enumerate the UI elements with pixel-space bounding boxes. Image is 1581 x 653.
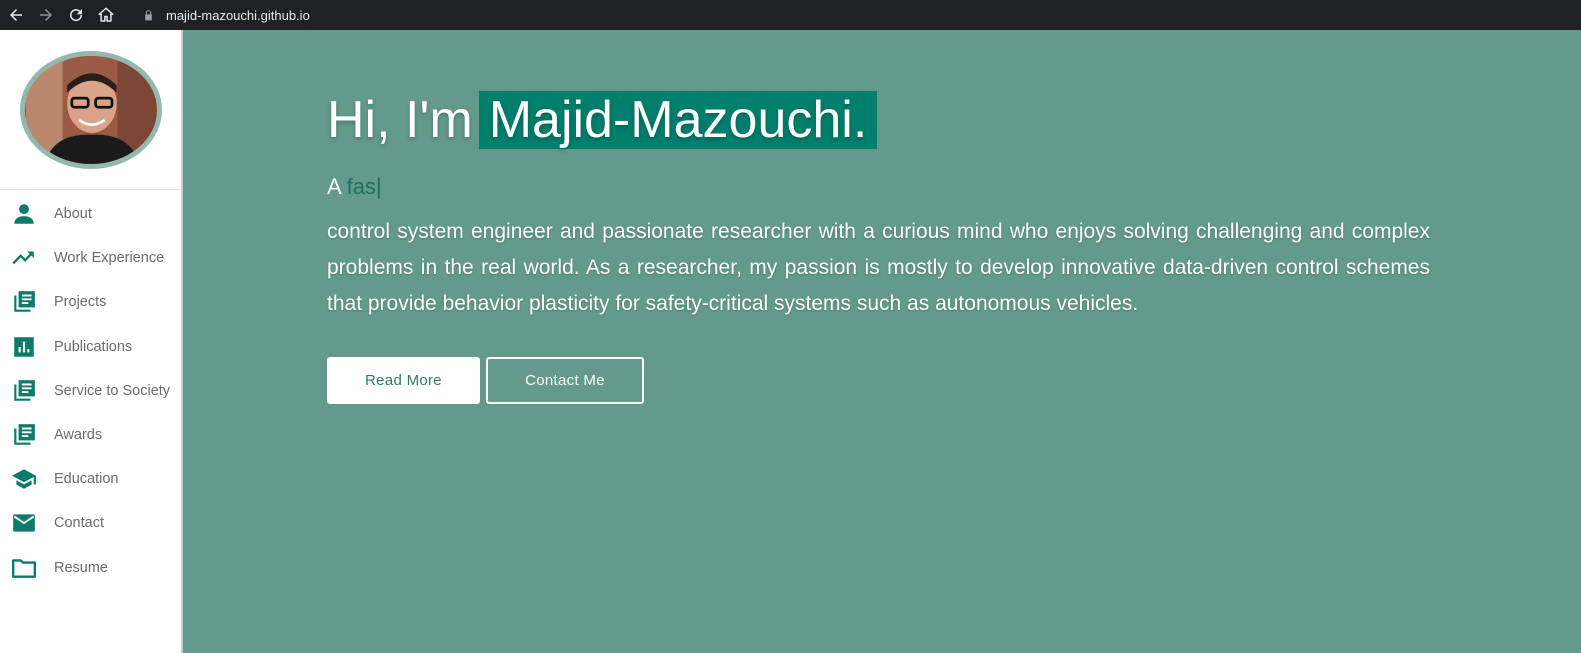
browser-toolbar: majid-mazouchi.github.io bbox=[0, 0, 1581, 30]
url-text: majid-mazouchi.github.io bbox=[166, 7, 310, 23]
sidebar-item-about[interactable]: About bbox=[0, 192, 181, 236]
sidebar-item-label: Contact bbox=[54, 515, 104, 532]
folder-icon bbox=[10, 554, 38, 582]
address-bar[interactable]: majid-mazouchi.github.io bbox=[136, 3, 316, 27]
contact-me-button[interactable]: Contact Me bbox=[486, 357, 644, 404]
name-highlight: Majid-Mazouchi. bbox=[478, 91, 878, 149]
back-arrow-icon[interactable] bbox=[4, 3, 28, 27]
reload-icon[interactable] bbox=[64, 3, 88, 27]
forward-arrow-icon[interactable] bbox=[34, 3, 58, 27]
read-more-button[interactable]: Read More bbox=[327, 357, 480, 404]
sidebar-item-projects[interactable]: Projects bbox=[0, 280, 181, 324]
person-icon bbox=[10, 200, 38, 228]
sidebar-item-label: Education bbox=[54, 471, 119, 488]
graduation-cap-icon bbox=[10, 465, 38, 493]
bar-chart-icon bbox=[10, 333, 38, 361]
typed-subtitle: A fas| bbox=[327, 174, 1430, 200]
hero-buttons: Read More Contact Me bbox=[327, 357, 1430, 404]
sidebar-item-awards[interactable]: Awards bbox=[0, 413, 181, 457]
avatar bbox=[19, 50, 162, 169]
sidebar-item-label: Service to Society bbox=[54, 382, 171, 399]
library-books-icon bbox=[10, 377, 38, 405]
typed-word: fas bbox=[346, 174, 376, 199]
library-books-icon bbox=[10, 421, 38, 449]
sidebar-item-label: Projects bbox=[54, 294, 107, 311]
sidebar-item-work-experience[interactable]: Work Experience bbox=[0, 236, 181, 280]
typed-prefix: A bbox=[327, 174, 347, 199]
sidebar-item-resume[interactable]: Resume bbox=[0, 546, 181, 590]
home-icon[interactable] bbox=[94, 3, 118, 27]
sidebar: About Work Experience Projects Publicati… bbox=[0, 30, 183, 653]
sidebar-item-education[interactable]: Education bbox=[0, 457, 181, 501]
sidebar-item-label: Resume bbox=[54, 559, 108, 576]
hero-section: Hi, I'm Majid-Mazouchi. A fas| control sy… bbox=[185, 30, 1581, 653]
page-title: Hi, I'm Majid-Mazouchi. bbox=[327, 88, 1430, 152]
sidebar-item-contact[interactable]: Contact bbox=[0, 501, 181, 545]
greeting-text: Hi, I'm bbox=[327, 91, 473, 149]
sidebar-item-service-to-society[interactable]: Service to Society bbox=[0, 369, 181, 413]
sidebar-item-label: Publications bbox=[54, 338, 133, 355]
hero-content: Hi, I'm Majid-Mazouchi. A fas| control sy… bbox=[327, 88, 1430, 404]
typing-cursor: | bbox=[375, 174, 382, 199]
trending-up-icon bbox=[10, 244, 38, 272]
library-books-icon bbox=[10, 288, 38, 316]
sidebar-item-label: Awards bbox=[54, 427, 103, 444]
hero-description: control system engineer and passionate r… bbox=[327, 220, 1430, 315]
lock-icon bbox=[142, 8, 156, 22]
sidebar-item-label: About bbox=[54, 206, 92, 223]
sidebar-menu: About Work Experience Projects Publicati… bbox=[0, 192, 181, 590]
avatar-section bbox=[0, 30, 181, 190]
mail-icon bbox=[10, 509, 38, 537]
sidebar-item-label: Work Experience bbox=[54, 250, 165, 267]
sidebar-item-publications[interactable]: Publications bbox=[0, 325, 181, 369]
